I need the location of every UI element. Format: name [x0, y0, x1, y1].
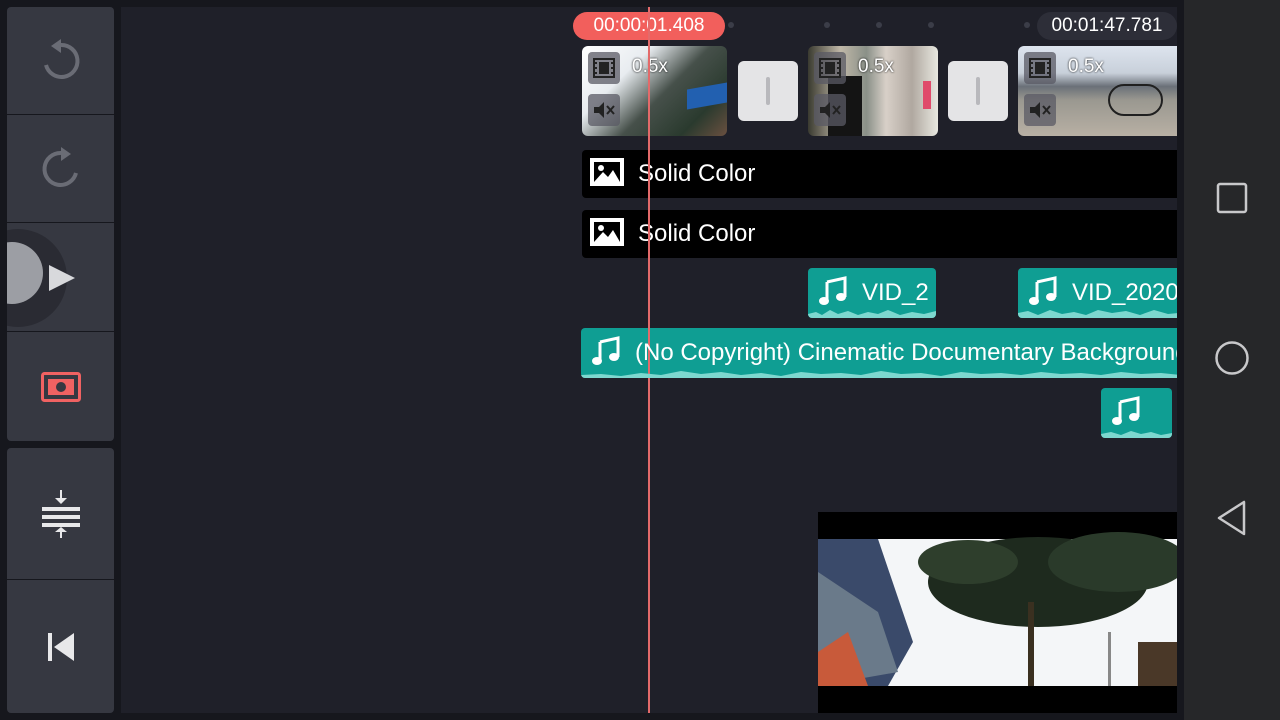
screen-record-button[interactable]: [7, 332, 114, 441]
video-preview[interactable]: [818, 512, 1177, 713]
play-icon: [49, 265, 77, 293]
solid-color-label: Solid Color: [638, 160, 756, 187]
recents-square-icon: [1216, 182, 1248, 219]
solid-color-label: Solid Color: [638, 220, 756, 247]
audio-clip[interactable]: VID_2: [808, 268, 936, 318]
collapse-tracks-icon: [41, 489, 81, 538]
clip-thumb-detail: [1108, 84, 1163, 116]
music-note-icon: [591, 335, 621, 371]
clip-speed-label: 0.5x: [1068, 56, 1104, 77]
image-icon: [590, 217, 624, 251]
clip-thumb-detail: [687, 82, 727, 110]
screen-record-icon: [40, 371, 81, 402]
music-note-icon: [818, 275, 848, 311]
solid-color-layer[interactable]: Solid Color: [582, 210, 1177, 258]
film-icon: [814, 52, 846, 84]
mute-icon: [1024, 94, 1056, 126]
video-clip[interactable]: 0.5x: [1018, 46, 1177, 136]
transition-marker: [976, 77, 980, 105]
app-root: 00:00:01.408 00:01:47.781 0.5x 0.5x 0.5x: [0, 0, 1280, 720]
ruler-dot: [1024, 22, 1030, 28]
total-time-text: 00:01:47.781: [1051, 15, 1163, 36]
undo-icon: [39, 38, 83, 83]
audio-clip[interactable]: (No Copyright) Cinematic Documentary Bac…: [581, 328, 1177, 378]
home-button[interactable]: [1200, 328, 1264, 392]
skip-to-start-icon: [46, 632, 76, 662]
transition-button[interactable]: [948, 61, 1008, 121]
back-triangle-icon: [1216, 500, 1248, 541]
back-button[interactable]: [1200, 488, 1264, 552]
clip-speed-label: 0.5x: [858, 56, 894, 77]
ruler-dot: [728, 22, 734, 28]
film-icon: [588, 52, 620, 84]
mute-icon: [814, 94, 846, 126]
audio-clip[interactable]: VID_20200: [1018, 268, 1177, 318]
video-clip[interactable]: 0.5x: [582, 46, 727, 136]
film-icon: [1024, 52, 1056, 84]
video-clip[interactable]: 0.5x: [808, 46, 938, 136]
total-time-badge: 00:01:47.781: [1037, 12, 1177, 40]
system-nav-bar: [1184, 0, 1280, 720]
ruler-dot: [928, 22, 934, 28]
audio-clip[interactable]: [1101, 388, 1172, 438]
mute-icon: [588, 94, 620, 126]
collapse-tracks-button[interactable]: [7, 448, 114, 579]
clip-thumb-detail: [923, 81, 931, 109]
music-note-icon: [1028, 275, 1058, 311]
transition-marker: [766, 77, 770, 105]
preview-frame: [818, 532, 1177, 686]
transition-button[interactable]: [738, 61, 798, 121]
undo-button[interactable]: [7, 7, 114, 114]
audio-clip-label: VID_2: [862, 279, 929, 306]
ruler-dot: [824, 22, 830, 28]
audio-clip-label: VID_20200: [1072, 279, 1177, 306]
home-circle-icon: [1214, 340, 1250, 381]
audio-clip-label: (No Copyright) Cinematic Documentary Bac…: [635, 339, 1177, 366]
recents-button[interactable]: [1200, 168, 1264, 232]
solid-color-layer[interactable]: Solid Color: [582, 150, 1177, 198]
skip-to-start-button[interactable]: [7, 580, 114, 713]
redo-button[interactable]: [7, 115, 114, 222]
ruler-dot: [876, 22, 882, 28]
image-icon: [590, 157, 624, 191]
music-note-icon: [1111, 395, 1141, 431]
play-button[interactable]: [7, 223, 114, 331]
redo-icon: [39, 146, 83, 191]
